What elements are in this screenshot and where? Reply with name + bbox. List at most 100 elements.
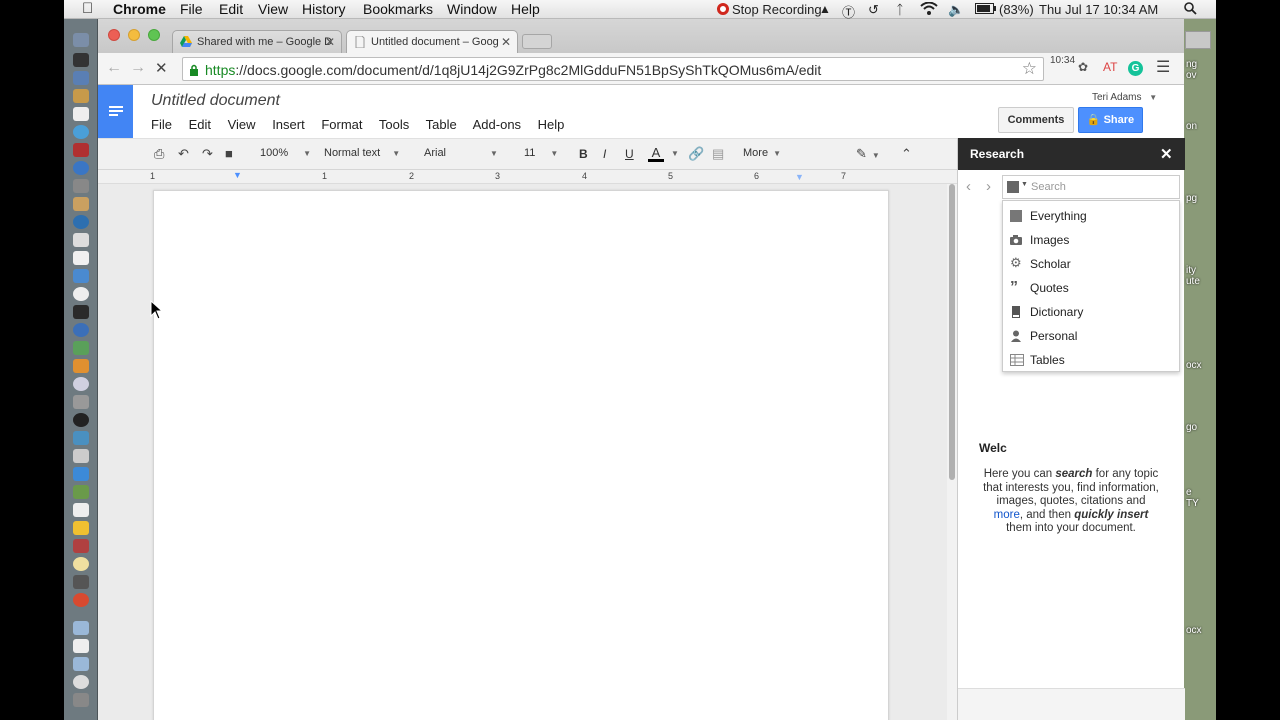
dock-app-icon[interactable] [73,449,89,463]
app-name[interactable]: Chrome [113,1,166,17]
dock-app-icon[interactable] [73,377,89,391]
docs-menu-addons[interactable]: Add-ons [473,117,521,132]
at-extension-icon[interactable]: AT [1103,60,1117,74]
close-tab-icon[interactable]: ✕ [325,35,335,49]
italic-button[interactable]: I [603,147,606,161]
docs-logo-icon[interactable] [98,85,133,138]
chevron-left-icon[interactable]: ‹ [966,178,971,195]
docs-menu-table[interactable]: Table [426,117,457,132]
dock-app-icon[interactable] [73,233,89,247]
desktop-label[interactable]: go [1186,422,1197,433]
apple-icon[interactable]:  [82,0,93,17]
dock-app-icon[interactable] [73,485,89,499]
dropdown-item-images[interactable]: Images [1003,229,1179,253]
dock-app-icon[interactable] [73,395,89,409]
text-color-button[interactable]: A [648,146,664,162]
desktop-label[interactable]: pg [1186,193,1197,204]
bold-button[interactable]: B [579,147,588,161]
chevron-down-icon[interactable]: ▼ [1021,181,1028,188]
dock-app-icon[interactable] [73,675,89,689]
document-title[interactable]: Untitled document [151,92,280,110]
editing-mode-pencil-icon[interactable]: ✎ ▼ [856,146,880,162]
volume-icon[interactable]: 🔈 [948,2,964,18]
document-page[interactable] [153,190,889,720]
google-search-type-icon[interactable] [1007,181,1019,193]
docs-menu-file[interactable]: File [151,117,172,132]
dock-app-icon[interactable] [73,53,89,67]
dock-app-icon[interactable] [73,539,89,553]
menu-window[interactable]: Window [447,1,497,17]
dock-app-icon[interactable] [73,305,89,319]
comment-icon[interactable]: ▤ [712,146,724,162]
back-arrow-icon[interactable]: ← [106,59,122,77]
docs-menu-insert[interactable]: Insert [272,117,305,132]
chevron-down-icon[interactable]: ▼ [666,147,679,159]
url-input[interactable]: https://docs.google.com/document/d/1q8jU… [182,57,1044,81]
docs-menu-format[interactable]: Format [321,117,362,132]
dropdown-item-tables[interactable]: Tables [1003,349,1179,373]
desktop-label[interactable]: ocx [1186,360,1202,371]
spotlight-icon[interactable] [1184,2,1197,18]
zoom-select[interactable]: 100% ▼ [260,147,311,159]
dock-app-icon[interactable] [73,341,89,355]
share-button[interactable]: 🔒 Share [1078,107,1143,133]
dropdown-item-scholar[interactable]: ⚙ Scholar [1003,253,1179,277]
user-account[interactable]: Teri Adams ▼ [1092,92,1157,103]
docs-menu-view[interactable]: View [228,117,256,132]
menu-history[interactable]: History [302,1,346,17]
dock-trash-icon[interactable] [73,693,89,707]
dock-app-icon[interactable] [73,33,89,47]
chrome-menu-icon[interactable]: ☰ [1156,57,1170,77]
more-button[interactable]: More ▼ [743,147,781,159]
comments-button[interactable]: Comments [998,107,1074,133]
extension-icon[interactable]: ✿ [1078,60,1088,74]
dock-app-icon[interactable] [73,359,89,373]
clock-extension-icon[interactable]: 10:34 [1050,56,1075,66]
desktop-label[interactable]: on [1186,121,1197,132]
vertical-scrollbar[interactable] [947,184,957,720]
desktop-file-icon[interactable] [1185,31,1211,49]
dock-app-icon[interactable] [73,125,89,139]
desktop-label[interactable]: e [1186,487,1192,498]
dropdown-item-quotes[interactable]: ” Quotes [1003,277,1179,301]
dock-app-icon[interactable] [73,467,89,481]
docs-menu-help[interactable]: Help [538,117,565,132]
forward-arrow-icon[interactable]: → [130,59,146,77]
dock-app-icon[interactable] [73,251,89,265]
desktop-label[interactable]: ng [1186,59,1197,70]
dock-app-icon[interactable] [73,323,89,337]
undo-icon[interactable]: ↶ [178,146,189,162]
dock-folder-icon[interactable] [73,621,89,635]
dock-app-icon[interactable] [73,431,89,445]
dock-app-icon[interactable] [73,521,89,535]
docs-menu-tools[interactable]: Tools [379,117,409,132]
menu-file[interactable]: File [180,1,203,17]
desktop-label[interactable]: ute [1186,276,1200,287]
print-icon[interactable]: ⎙ [154,146,164,162]
redo-icon[interactable]: ↷ [202,146,213,162]
dock-app-icon[interactable] [73,575,89,589]
dock-app-icon[interactable] [73,71,89,85]
docs-menu-edit[interactable]: Edit [189,117,211,132]
stop-loading-icon[interactable]: ✕ [155,59,168,77]
grammarly-icon[interactable]: G [1128,61,1143,76]
dock-app-icon[interactable] [73,287,89,301]
scrollbar-thumb[interactable] [949,184,955,480]
research-search-input[interactable]: ▼ Search [1002,175,1180,199]
dock-app-icon[interactable] [73,269,89,283]
tab-untitled-document[interactable]: Untitled document – Goog ✕ [346,30,518,53]
dropdown-item-everything[interactable]: Everything [1003,205,1179,229]
dock-app-icon[interactable] [73,179,89,193]
desktop-label[interactable]: ov [1186,70,1197,81]
link-icon[interactable]: 🔗 [688,146,704,162]
desktop-label[interactable]: ocx [1186,625,1202,636]
menu-edit[interactable]: Edit [219,1,243,17]
font-select[interactable]: Arial ▼ [424,147,498,159]
left-indent-marker[interactable]: ▼ [233,170,242,180]
dock-folder-icon[interactable] [73,657,89,671]
dock-app-icon[interactable] [73,503,89,517]
close-tab-icon[interactable]: ✕ [501,35,511,49]
desktop-label[interactable]: ity [1186,265,1196,276]
dock-app-icon[interactable] [73,197,89,211]
dropdown-item-personal[interactable]: Personal [1003,325,1179,349]
